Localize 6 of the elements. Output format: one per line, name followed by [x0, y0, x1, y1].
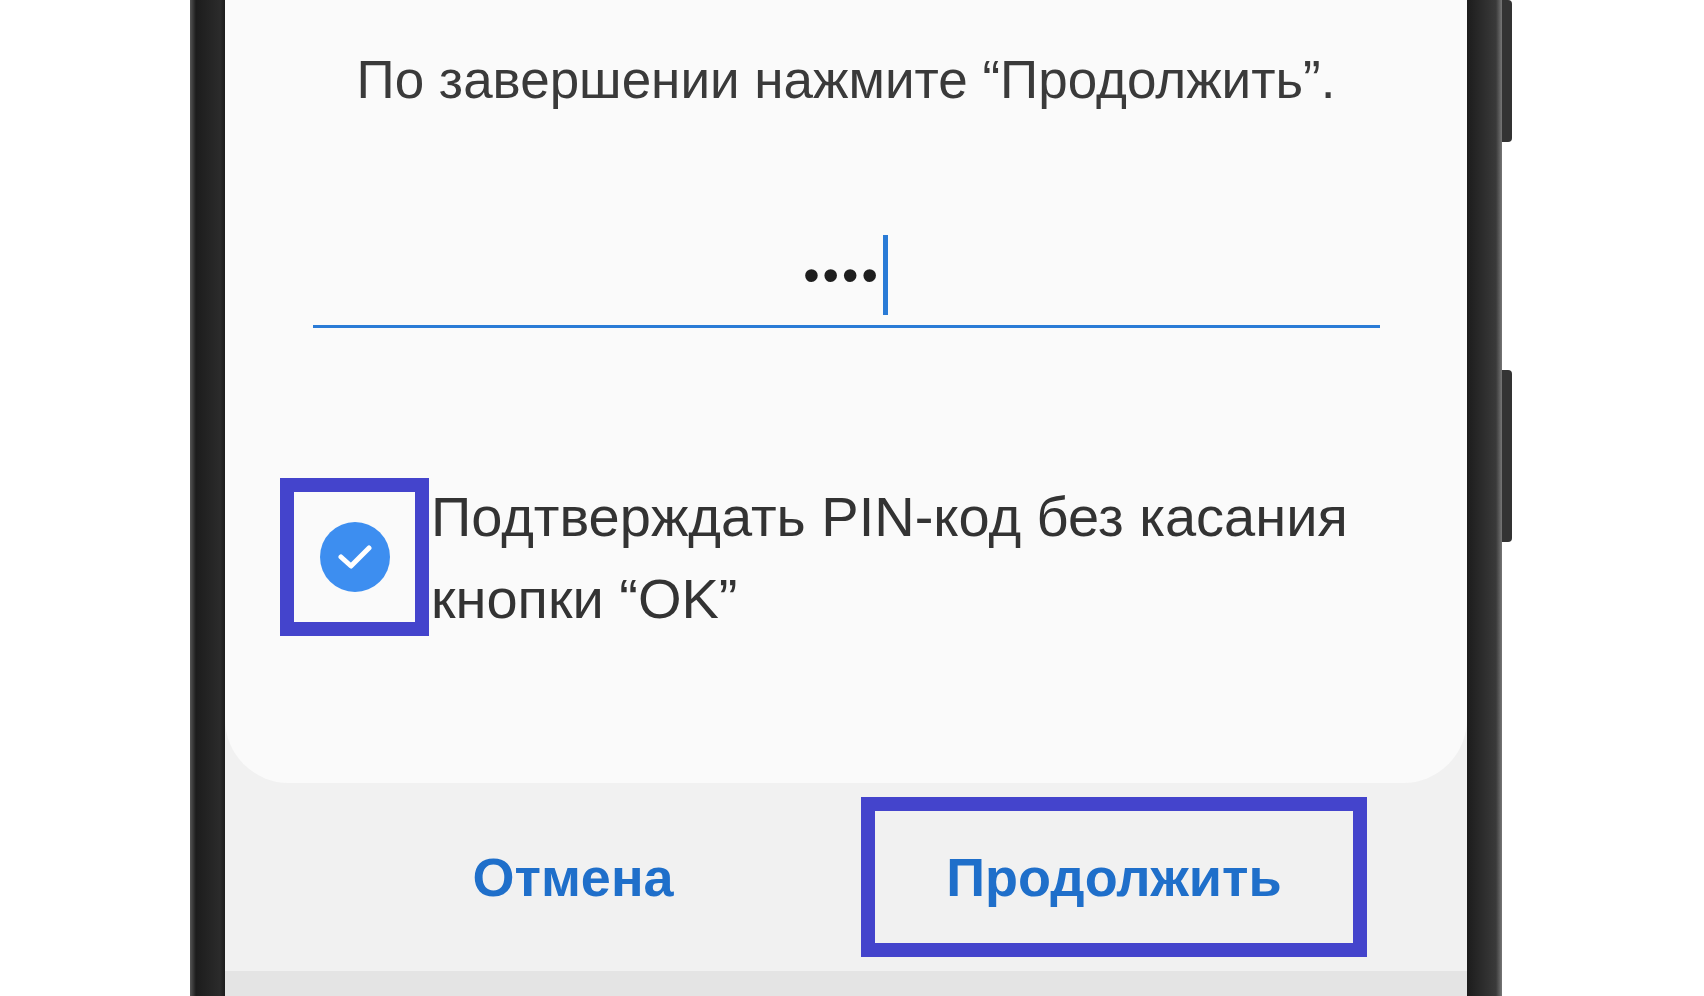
checkbox-label: Подтверждать PIN-код без касания кнопки “OK”	[431, 484, 1349, 632]
continue-button[interactable]: Продолжить	[861, 797, 1367, 957]
dialog-message: По завершении нажмите “Продолжить”.	[356, 49, 1336, 111]
pin-field[interactable]: ••••	[312, 224, 1380, 328]
check-icon	[337, 544, 372, 570]
cancel-button[interactable]: Отмена	[325, 797, 821, 957]
